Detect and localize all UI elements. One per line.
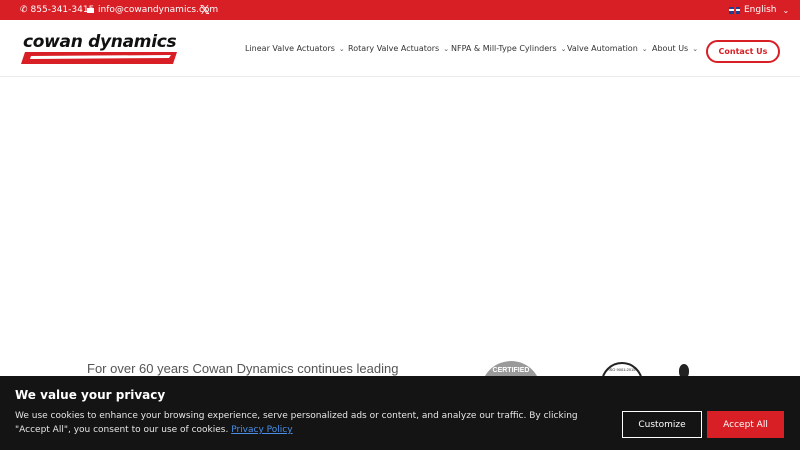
x-twitter-icon[interactable]: 𝕏	[200, 0, 210, 20]
nav-label: About Us	[652, 44, 689, 53]
logo-swoosh	[21, 52, 177, 64]
email-link[interactable]: info@cowandynamics.com	[87, 0, 218, 20]
phone-link[interactable]: ✆ 855-341-3415	[20, 0, 94, 20]
nav-about-us[interactable]: About Us ⌄	[652, 40, 698, 57]
logo-text: cowan dynamics	[23, 32, 177, 52]
chevron-down-icon: ⌄	[338, 44, 345, 53]
chevron-down-icon: ⌄	[641, 44, 648, 53]
customize-button[interactable]: Customize	[622, 411, 702, 438]
cookie-message-text: We use cookies to enhance your browsing …	[15, 411, 578, 435]
nav-label: NFPA & Mill-Type Cylinders	[451, 44, 557, 53]
nav-nfpa-cylinders[interactable]: NFPA & Mill-Type Cylinders ⌄	[451, 40, 567, 57]
chevron-down-icon: ⌄	[443, 44, 450, 53]
intro-tagline: For over 60 years Cowan Dynamics continu…	[87, 361, 399, 376]
phone-icon: ✆	[20, 5, 28, 15]
phone-number: 855-341-3415	[30, 5, 95, 15]
uk-flag-icon	[729, 6, 740, 14]
top-bar: ✆ 855-341-3415 info@cowandynamics.com 𝕏 …	[0, 0, 800, 20]
nav-rotary-valve-actuators[interactable]: Rotary Valve Actuators ⌄	[348, 40, 449, 57]
accept-all-button[interactable]: Accept All	[707, 411, 784, 438]
cookie-title: We value your privacy	[15, 388, 166, 402]
chevron-down-icon: ⌄	[560, 44, 567, 53]
chevron-down-icon: ⌄	[782, 5, 790, 15]
nav-valve-automation[interactable]: Valve Automation ⌄	[567, 40, 648, 57]
language-label: English	[744, 5, 777, 15]
chevron-down-icon: ⌄	[692, 44, 699, 53]
nav-label: Linear Valve Actuators	[245, 44, 335, 53]
nav-linear-valve-actuators[interactable]: Linear Valve Actuators ⌄	[245, 40, 345, 57]
cookie-message: We use cookies to enhance your browsing …	[15, 409, 615, 437]
nav-label: Valve Automation	[567, 44, 638, 53]
contact-us-button[interactable]: Contact Us	[706, 40, 780, 63]
nav-label: Rotary Valve Actuators	[348, 44, 440, 53]
cookie-banner: We value your privacy We use cookies to …	[0, 376, 800, 450]
envelope-icon	[87, 7, 94, 13]
language-selector[interactable]: English ⌄	[729, 0, 789, 20]
logo[interactable]: cowan dynamics	[21, 32, 179, 66]
privacy-policy-link[interactable]: Privacy Policy	[231, 425, 292, 435]
site-header: cowan dynamics Linear Valve Actuators ⌄ R…	[0, 20, 800, 77]
